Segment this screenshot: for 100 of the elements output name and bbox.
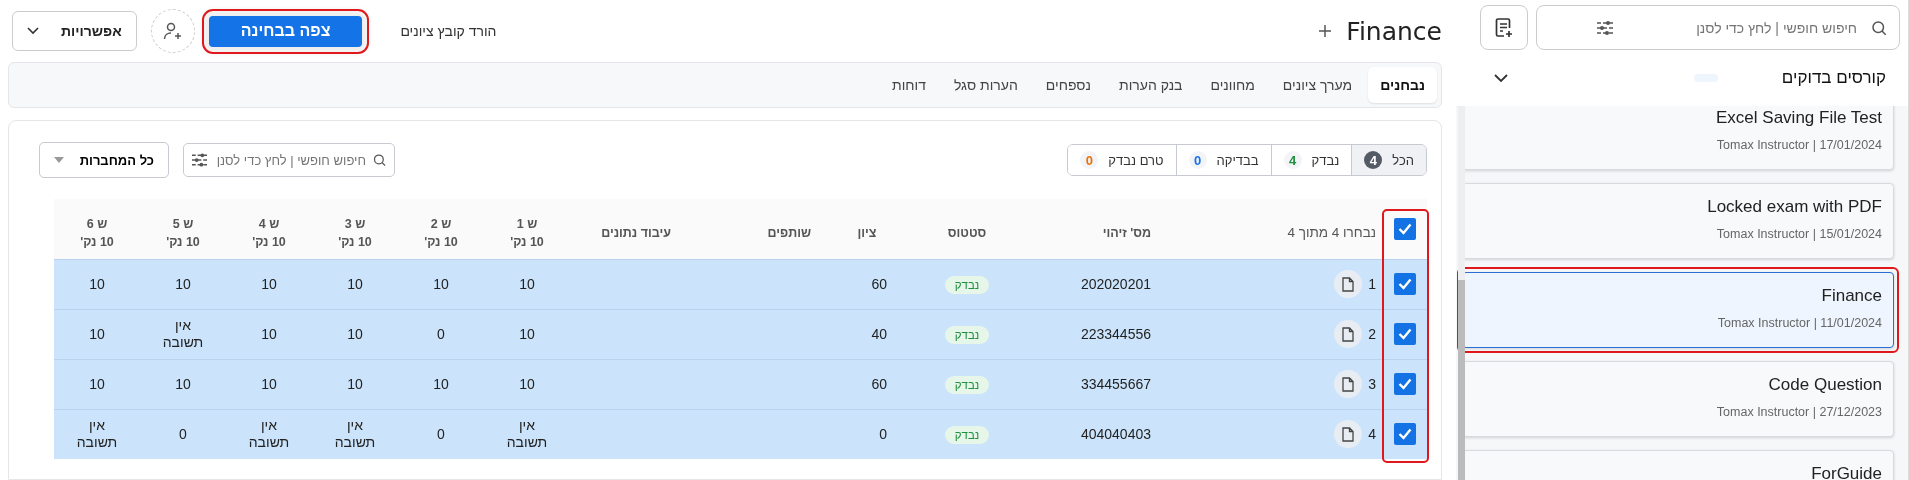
- status-badge: נבדק: [944, 276, 990, 294]
- table-cell: 10: [347, 275, 363, 293]
- table-cell: 10: [261, 275, 277, 293]
- question-header: ש 6: [85, 216, 109, 231]
- section-title: קורסים בדוקים: [1781, 68, 1886, 88]
- question-header: ש 4: [257, 216, 281, 231]
- file-icon: [1342, 376, 1355, 392]
- table-cell: 10: [433, 275, 449, 293]
- course-card[interactable]: Finance Tomax Instructor | 11/01/2024: [1462, 272, 1894, 348]
- course-card[interactable]: Locked exam with PDF Tomax Instructor | 15/01/2024: [1462, 183, 1894, 259]
- checkmark-icon: [1397, 378, 1412, 390]
- plus-icon[interactable]: [1318, 24, 1333, 38]
- chevron-down-icon[interactable]: [1493, 73, 1509, 83]
- table-cell: 10: [89, 375, 105, 393]
- course-meta: Tomax Instructor | 17/01/2024: [1716, 138, 1882, 152]
- table-cell: 0: [437, 425, 445, 443]
- search-icon: [372, 152, 387, 168]
- checkmark-icon: [1397, 222, 1412, 235]
- table-cell: 10: [261, 325, 277, 343]
- table-cell-text: אין תשובה: [333, 417, 377, 452]
- download-link[interactable]: הורד קובץ ציונים: [400, 23, 497, 39]
- search-field[interactable]: חיפוש חופשי | לחץ כדי לסנן: [183, 143, 395, 177]
- column-header: סטטוס: [947, 225, 987, 240]
- count-badge: 4: [1364, 151, 1383, 169]
- search-icon: [1870, 18, 1888, 37]
- question-header: ש 1: [515, 216, 539, 231]
- document-button[interactable]: [1334, 270, 1363, 298]
- caret-icon: [54, 157, 64, 163]
- file-icon: [1342, 276, 1355, 292]
- course-meta: Tomax Instructor | 27/12/2023: [1716, 405, 1882, 419]
- table-cell: 10: [347, 325, 363, 343]
- table-cell: 0: [437, 325, 445, 343]
- filter-icon[interactable]: [191, 152, 208, 168]
- count-badge: 0: [1188, 151, 1207, 169]
- table-cell: 0: [879, 426, 887, 443]
- tab[interactable]: מערך ציונים: [1270, 67, 1365, 103]
- table-cell: 40: [871, 326, 887, 342]
- table-cell: 10: [433, 375, 449, 393]
- tab[interactable]: הערות סגל: [941, 67, 1030, 103]
- table-cell: 10: [175, 375, 191, 393]
- table-cell: 10: [519, 325, 535, 343]
- points-label: 10 נק': [165, 234, 201, 249]
- table-cell-text: אין תשובה: [247, 417, 291, 452]
- checkbox[interactable]: [1393, 423, 1416, 446]
- new-document-button[interactable]: [1480, 5, 1528, 50]
- document-button[interactable]: [1334, 370, 1363, 398]
- table-cell: 0: [179, 425, 187, 443]
- column-header: נבחרו 4 מתוך 4: [1287, 225, 1376, 241]
- table-cell: 10: [347, 375, 363, 393]
- checkbox[interactable]: [1393, 217, 1416, 240]
- search-field[interactable]: חיפוש חופשי | לחץ כדי לסנן: [1536, 5, 1900, 50]
- row-number: 1: [1368, 276, 1376, 292]
- chevron-down-icon: [27, 27, 39, 35]
- user-plus-icon: [162, 21, 183, 41]
- status-badge: נבדק: [944, 376, 990, 394]
- file-icon: [1342, 426, 1355, 442]
- tab[interactable]: בנק הערות: [1106, 67, 1195, 103]
- count-badge: 4: [1283, 151, 1302, 169]
- course-title: Excel Saving File Test: [1716, 108, 1882, 128]
- table-cell: 10: [175, 275, 191, 293]
- row-number: 2: [1368, 326, 1376, 342]
- checkbox[interactable]: [1393, 323, 1416, 345]
- checkbox[interactable]: [1393, 273, 1416, 295]
- table-cell: 10: [89, 325, 105, 343]
- column-header: שותפים: [767, 225, 811, 240]
- points-label: 10 נק': [509, 234, 545, 249]
- points-label: 10 נק': [337, 234, 373, 249]
- points-label: 10 נק': [79, 234, 115, 249]
- document-button[interactable]: [1334, 320, 1363, 348]
- tab[interactable]: נבחנים: [1368, 67, 1437, 103]
- tab[interactable]: מחוונים: [1198, 67, 1267, 103]
- course-title: Finance: [1821, 286, 1882, 306]
- points-label: 10 נק': [251, 234, 287, 249]
- filter-icon[interactable]: [1596, 19, 1614, 36]
- options-dropdown[interactable]: אפשרויות: [12, 11, 137, 51]
- course-card[interactable]: ForGuide: [1462, 450, 1894, 480]
- table-cell: 334455667: [1080, 376, 1151, 392]
- question-header: ש 3: [343, 216, 367, 231]
- tab[interactable]: נספחים: [1033, 67, 1103, 103]
- table-cell-text: אין תשובה: [75, 417, 119, 452]
- file-icon: [1342, 326, 1355, 342]
- question-header: ש 2: [429, 216, 453, 231]
- checkbox[interactable]: [1393, 373, 1416, 395]
- course-meta: Tomax Instructor | 15/01/2024: [1716, 227, 1882, 241]
- checkmark-icon: [1397, 278, 1412, 290]
- course-card[interactable]: Code Question Tomax Instructor | 27/12/2023: [1462, 361, 1894, 437]
- question-header: ש 5: [171, 216, 195, 231]
- checkmark-icon: [1397, 328, 1412, 340]
- document-plus-icon: [1495, 17, 1513, 38]
- status-badge: נבדק: [944, 426, 990, 445]
- notebooks-dropdown[interactable]: כל המחברות: [39, 142, 169, 178]
- course-meta: Tomax Instructor | 11/01/2024: [1717, 316, 1882, 330]
- scrollbar[interactable]: [1458, 106, 1465, 480]
- course-card[interactable]: Excel Saving File Test Tomax Instructor | 17/01/2024: [1462, 106, 1894, 170]
- column-header: ציון: [857, 225, 877, 240]
- column-header: מס' זיהוי: [1102, 225, 1151, 240]
- table-cell: 60: [871, 376, 887, 392]
- tab[interactable]: דוחות: [880, 67, 938, 103]
- status-badge: נבדק: [944, 326, 990, 344]
- document-button[interactable]: [1334, 420, 1363, 449]
